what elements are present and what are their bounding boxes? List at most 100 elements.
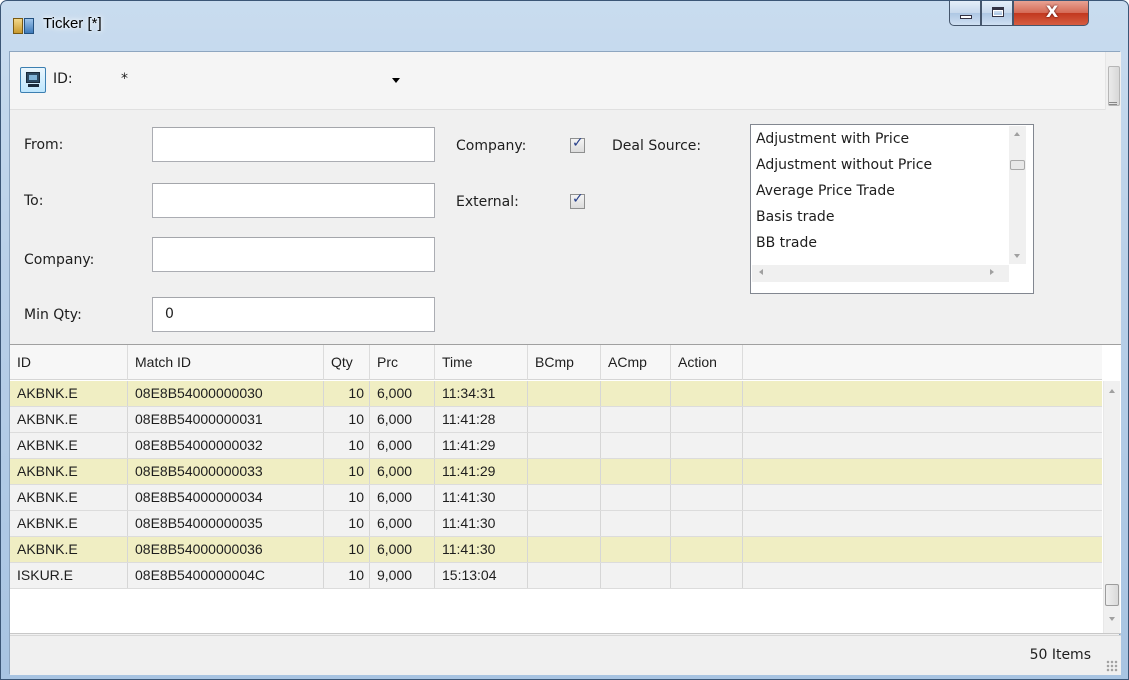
column-header-id[interactable]: ID (10, 345, 128, 380)
cell-qty[interactable]: 10 (324, 459, 370, 484)
cell-acmp[interactable] (601, 485, 671, 510)
cell-time[interactable]: 11:41:28 (435, 407, 528, 432)
list-item[interactable]: BB trade (756, 230, 996, 256)
cell-time[interactable]: 11:41:29 (435, 433, 528, 458)
cell-match-id[interactable]: 08E8B54000000036 (128, 537, 324, 562)
cell-match-id[interactable]: 08E8B5400000004C (128, 563, 324, 588)
cell-prc[interactable]: 6,000 (370, 381, 435, 406)
column-header-bcmp[interactable]: BCmp (528, 345, 601, 380)
cell-bcmp[interactable] (528, 511, 601, 536)
scroll-thumb[interactable] (1105, 584, 1119, 606)
toolbar-scrollbar[interactable] (1105, 52, 1121, 110)
cell-qty[interactable]: 10 (324, 433, 370, 458)
grid-vscrollbar[interactable] (1103, 381, 1120, 633)
cell-action[interactable] (671, 459, 743, 484)
list-item[interactable]: Average Price Trade (756, 178, 996, 204)
list-item[interactable]: Adjustment with Price (756, 126, 996, 152)
column-header-acmp[interactable]: ACmp (601, 345, 671, 380)
list-item[interactable]: Adjustment without Price (756, 152, 996, 178)
cell-id[interactable]: AKBNK.E (10, 459, 128, 484)
id-combobox[interactable]: * (118, 69, 408, 91)
cell-action[interactable] (671, 537, 743, 562)
cell-acmp[interactable] (601, 459, 671, 484)
cell-acmp[interactable] (601, 563, 671, 588)
table-row[interactable]: AKBNK.E 08E8B54000000034 10 6,000 11:41:30 (10, 485, 1102, 511)
cell-match-id[interactable]: 08E8B54000000033 (128, 459, 324, 484)
cell-match-id[interactable]: 08E8B54000000030 (128, 381, 324, 406)
from-field[interactable] (152, 127, 435, 162)
cell-action[interactable] (671, 433, 743, 458)
cell-id[interactable]: AKBNK.E (10, 407, 128, 432)
cell-time[interactable]: 11:41:30 (435, 485, 528, 510)
cell-qty[interactable]: 10 (324, 563, 370, 588)
cell-bcmp[interactable] (528, 433, 601, 458)
cell-qty[interactable]: 10 (324, 407, 370, 432)
cell-id[interactable]: AKBNK.E (10, 433, 128, 458)
cell-bcmp[interactable] (528, 407, 601, 432)
cell-id[interactable]: AKBNK.E (10, 485, 128, 510)
cell-acmp[interactable] (601, 381, 671, 406)
cell-match-id[interactable]: 08E8B54000000031 (128, 407, 324, 432)
cell-prc[interactable]: 6,000 (370, 433, 435, 458)
scroll-left-icon[interactable] (759, 269, 763, 275)
cell-bcmp[interactable] (528, 563, 601, 588)
cell-time[interactable]: 11:41:30 (435, 511, 528, 536)
table-row[interactable]: AKBNK.E 08E8B54000000036 10 6,000 11:41:30 (10, 537, 1102, 563)
cell-time[interactable]: 11:41:30 (435, 537, 528, 562)
scroll-down-icon[interactable] (1014, 254, 1020, 258)
cell-qty[interactable]: 10 (324, 381, 370, 406)
cell-qty[interactable]: 10 (324, 537, 370, 562)
cell-match-id[interactable]: 08E8B54000000035 (128, 511, 324, 536)
title-bar[interactable]: Ticker [*] X (1, 1, 1128, 51)
close-button[interactable]: X (1013, 1, 1089, 26)
cell-action[interactable] (671, 381, 743, 406)
table-row[interactable]: AKBNK.E 08E8B54000000030 10 6,000 11:34:31 (10, 381, 1102, 407)
table-row[interactable]: AKBNK.E 08E8B54000000035 10 6,000 11:41:30 (10, 511, 1102, 537)
monitor-button[interactable] (20, 67, 46, 93)
scroll-up-icon[interactable] (1014, 132, 1020, 136)
cell-qty[interactable]: 10 (324, 511, 370, 536)
cell-prc[interactable]: 6,000 (370, 537, 435, 562)
cell-id[interactable]: AKBNK.E (10, 381, 128, 406)
scroll-thumb[interactable] (1010, 160, 1025, 170)
cell-prc[interactable]: 6,000 (370, 511, 435, 536)
table-row[interactable]: AKBNK.E 08E8B54000000033 10 6,000 11:41:29 (10, 459, 1102, 485)
cell-action[interactable] (671, 407, 743, 432)
column-header-action[interactable]: Action (671, 345, 743, 380)
list-item[interactable]: Basis trade (756, 204, 996, 230)
cell-time[interactable]: 11:41:29 (435, 459, 528, 484)
column-header-match-id[interactable]: Match ID (128, 345, 324, 380)
cell-bcmp[interactable] (528, 381, 601, 406)
external-checkbox[interactable]: ✓ (570, 191, 585, 209)
table-row[interactable]: AKBNK.E 08E8B54000000032 10 6,000 11:41:29 (10, 433, 1102, 459)
min-qty-field[interactable]: 0 (152, 297, 435, 332)
minimize-button[interactable] (949, 1, 981, 26)
cell-acmp[interactable] (601, 407, 671, 432)
to-field[interactable] (152, 183, 435, 218)
cell-acmp[interactable] (601, 511, 671, 536)
company-checkbox[interactable]: ✓ (570, 135, 585, 153)
cell-id[interactable]: AKBNK.E (10, 511, 128, 536)
cell-bcmp[interactable] (528, 485, 601, 510)
cell-id[interactable]: ISKUR.E (10, 563, 128, 588)
cell-match-id[interactable]: 08E8B54000000032 (128, 433, 324, 458)
scroll-up-icon[interactable] (1109, 389, 1115, 393)
deal-source-listbox[interactable]: Adjustment with Price Adjustment without… (750, 124, 1034, 294)
table-row[interactable]: ISKUR.E 08E8B5400000004C 10 9,000 15:13:04 (10, 563, 1102, 589)
cell-acmp[interactable] (601, 433, 671, 458)
cell-match-id[interactable]: 08E8B54000000034 (128, 485, 324, 510)
company-field[interactable] (152, 237, 435, 272)
cell-id[interactable]: AKBNK.E (10, 537, 128, 562)
column-header-prc[interactable]: Prc (370, 345, 435, 380)
maximize-button[interactable] (981, 1, 1013, 26)
cell-time[interactable]: 11:34:31 (435, 381, 528, 406)
cell-qty[interactable]: 10 (324, 485, 370, 510)
cell-prc[interactable]: 6,000 (370, 459, 435, 484)
scroll-down-icon[interactable] (1109, 617, 1115, 621)
cell-action[interactable] (671, 511, 743, 536)
cell-prc[interactable]: 6,000 (370, 407, 435, 432)
cell-bcmp[interactable] (528, 459, 601, 484)
toolbar-scroll-thumb[interactable] (1108, 66, 1120, 106)
cell-action[interactable] (671, 485, 743, 510)
deal-source-vscrollbar[interactable] (1009, 126, 1026, 264)
